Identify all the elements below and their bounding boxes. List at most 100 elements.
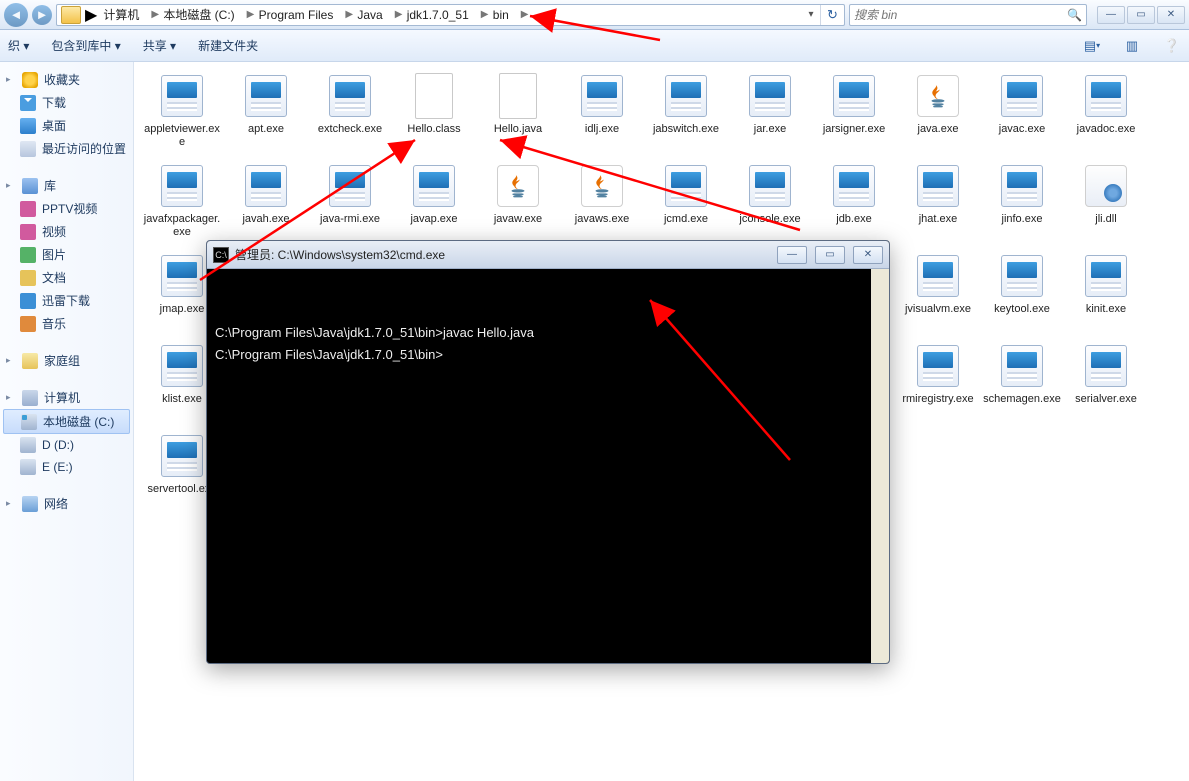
breadcrumb-segment[interactable]: bin	[487, 8, 515, 22]
sidebar-network-head[interactable]: ▸ 网络	[0, 492, 133, 515]
cmd-scrollbar[interactable]: ▲ ▼	[871, 269, 889, 663]
file-item[interactable]: extcheck.exe	[310, 72, 390, 160]
sidebar-item-downloads[interactable]: 下载	[0, 91, 133, 114]
file-item[interactable]: javah.exe	[226, 162, 306, 250]
file-label: jinfo.exe	[1002, 213, 1043, 226]
file-item[interactable]: jar.exe	[730, 72, 810, 160]
sidebar-item-drive-c[interactable]: 本地磁盘 (C:)	[3, 409, 130, 434]
cmd-titlebar[interactable]: C:\ 管理员: C:\Windows\system32\cmd.exe — ▭…	[207, 241, 889, 269]
sidebar-item-music[interactable]: 音乐	[0, 312, 133, 335]
scroll-track[interactable]	[871, 287, 889, 645]
file-item[interactable]: rmiregistry.exe	[898, 342, 978, 430]
file-item[interactable]: kinit.exe	[1066, 252, 1146, 340]
file-icon	[746, 72, 794, 120]
cmd-icon: C:\	[213, 247, 229, 263]
cmd-window[interactable]: C:\ 管理员: C:\Windows\system32\cmd.exe — ▭…	[206, 240, 890, 664]
sidebar-label: D (D:)	[42, 438, 74, 452]
sidebar-item-pptv[interactable]: PPTV视频	[0, 197, 133, 220]
sidebar-item-thunder[interactable]: 迅雷下载	[0, 289, 133, 312]
close-button[interactable]: ✕	[1157, 6, 1185, 24]
search-input[interactable]	[854, 8, 1067, 22]
file-label: jabswitch.exe	[653, 123, 719, 136]
breadcrumb-segment[interactable]: 本地磁盘 (C:)	[157, 6, 240, 23]
sidebar-homegroup-head[interactable]: ▸ 家庭组	[0, 349, 133, 372]
file-item[interactable]: javadoc.exe	[1066, 72, 1146, 160]
breadcrumb-bar[interactable]: ▶ 计算机▶本地磁盘 (C:)▶Program Files▶Java▶jdk1.…	[56, 4, 845, 26]
new-folder-button[interactable]: 新建文件夹	[198, 37, 258, 54]
scroll-down-button[interactable]: ▼	[871, 645, 889, 663]
sidebar-label: 计算机	[44, 389, 80, 406]
sidebar-libraries-head[interactable]: ▸ 库	[0, 174, 133, 197]
share-menu[interactable]: 共享 ▾	[143, 37, 176, 54]
file-item[interactable]: jarsigner.exe	[814, 72, 894, 160]
file-item[interactable]: keytool.exe	[982, 252, 1062, 340]
file-item[interactable]: Hello.class	[394, 72, 474, 160]
file-item[interactable]: Hello.java	[478, 72, 558, 160]
cmd-maximize-button[interactable]: ▭	[815, 246, 845, 264]
search-icon: 🔍	[1067, 8, 1082, 22]
breadcrumb-segment[interactable]: 计算机	[97, 6, 145, 23]
nav-back-button[interactable]: ◄	[4, 3, 28, 27]
chevron-right-icon[interactable]: ▶	[241, 9, 253, 20]
breadcrumb-segment[interactable]: Java	[351, 8, 388, 22]
file-item[interactable]: java-rmi.exe	[310, 162, 390, 250]
sidebar-item-video[interactable]: 视频	[0, 220, 133, 243]
minimize-button[interactable]: —	[1097, 6, 1125, 24]
chevron-right-icon[interactable]: ▶	[515, 9, 527, 20]
file-item[interactable]: javac.exe	[982, 72, 1062, 160]
breadcrumb-dropdown[interactable]: ▾	[802, 9, 820, 20]
breadcrumb-segment[interactable]: Program Files	[253, 8, 340, 22]
network-icon	[22, 496, 38, 512]
organize-menu[interactable]: 织 ▾	[8, 37, 29, 54]
file-icon	[494, 72, 542, 120]
file-item[interactable]: schemagen.exe	[982, 342, 1062, 430]
chevron-right-icon[interactable]: ▶	[145, 9, 157, 20]
scroll-up-button[interactable]: ▲	[871, 269, 889, 287]
sidebar-item-drive-d[interactable]: D (D:)	[0, 434, 133, 456]
sidebar-favorites-head[interactable]: ▸ 收藏夹	[0, 68, 133, 91]
cmd-minimize-button[interactable]: —	[777, 246, 807, 264]
breadcrumb-segment[interactable]: jdk1.7.0_51	[401, 8, 475, 22]
file-item[interactable]: javafxpackager.exe	[142, 162, 222, 250]
file-item[interactable]: jhat.exe	[898, 162, 978, 250]
sidebar-item-documents[interactable]: 文档	[0, 266, 133, 289]
file-item[interactable]: java.exe	[898, 72, 978, 160]
file-item[interactable]: javaw.exe	[478, 162, 558, 250]
cmd-title-text: 管理员: C:\Windows\system32\cmd.exe	[235, 246, 445, 263]
nav-forward-button[interactable]: ►	[32, 5, 52, 25]
file-item[interactable]: jcmd.exe	[646, 162, 726, 250]
preview-pane-button[interactable]: ▥	[1123, 37, 1141, 55]
chevron-right-icon[interactable]: ▶	[85, 5, 97, 25]
refresh-button[interactable]: ↻	[820, 5, 844, 25]
chevron-right-icon[interactable]: ▶	[475, 9, 487, 20]
file-item[interactable]: jconsole.exe	[730, 162, 810, 250]
file-label: apt.exe	[248, 123, 284, 136]
help-button[interactable]: ❔	[1163, 37, 1181, 55]
sidebar-item-drive-e[interactable]: E (E:)	[0, 456, 133, 478]
include-in-library-menu[interactable]: 包含到库中 ▾	[51, 37, 120, 54]
maximize-button[interactable]: ▭	[1127, 6, 1155, 24]
file-item[interactable]: idlj.exe	[562, 72, 642, 160]
file-icon	[158, 162, 206, 210]
sidebar-item-recent[interactable]: 最近访问的位置	[0, 137, 133, 160]
chevron-right-icon[interactable]: ▶	[389, 9, 401, 20]
search-box[interactable]: 🔍	[849, 4, 1087, 26]
file-item[interactable]: jabswitch.exe	[646, 72, 726, 160]
file-item[interactable]: serialver.exe	[1066, 342, 1146, 430]
view-options-button[interactable]: ▤▾	[1083, 37, 1101, 55]
file-item[interactable]: jli.dll	[1066, 162, 1146, 250]
cmd-output[interactable]: ▲ ▼ C:\Program Files\Java\jdk1.7.0_51\bi…	[207, 269, 889, 663]
desktop-icon	[20, 118, 36, 134]
sidebar-item-pictures[interactable]: 图片	[0, 243, 133, 266]
cmd-close-button[interactable]: ✕	[853, 246, 883, 264]
file-item[interactable]: javap.exe	[394, 162, 474, 250]
chevron-right-icon[interactable]: ▶	[339, 9, 351, 20]
file-item[interactable]: apt.exe	[226, 72, 306, 160]
sidebar-item-desktop[interactable]: 桌面	[0, 114, 133, 137]
file-item[interactable]: appletviewer.exe	[142, 72, 222, 160]
file-item[interactable]: javaws.exe	[562, 162, 642, 250]
file-item[interactable]: jvisualvm.exe	[898, 252, 978, 340]
sidebar-computer-head[interactable]: ▸ 计算机	[0, 386, 133, 409]
file-item[interactable]: jinfo.exe	[982, 162, 1062, 250]
file-item[interactable]: jdb.exe	[814, 162, 894, 250]
